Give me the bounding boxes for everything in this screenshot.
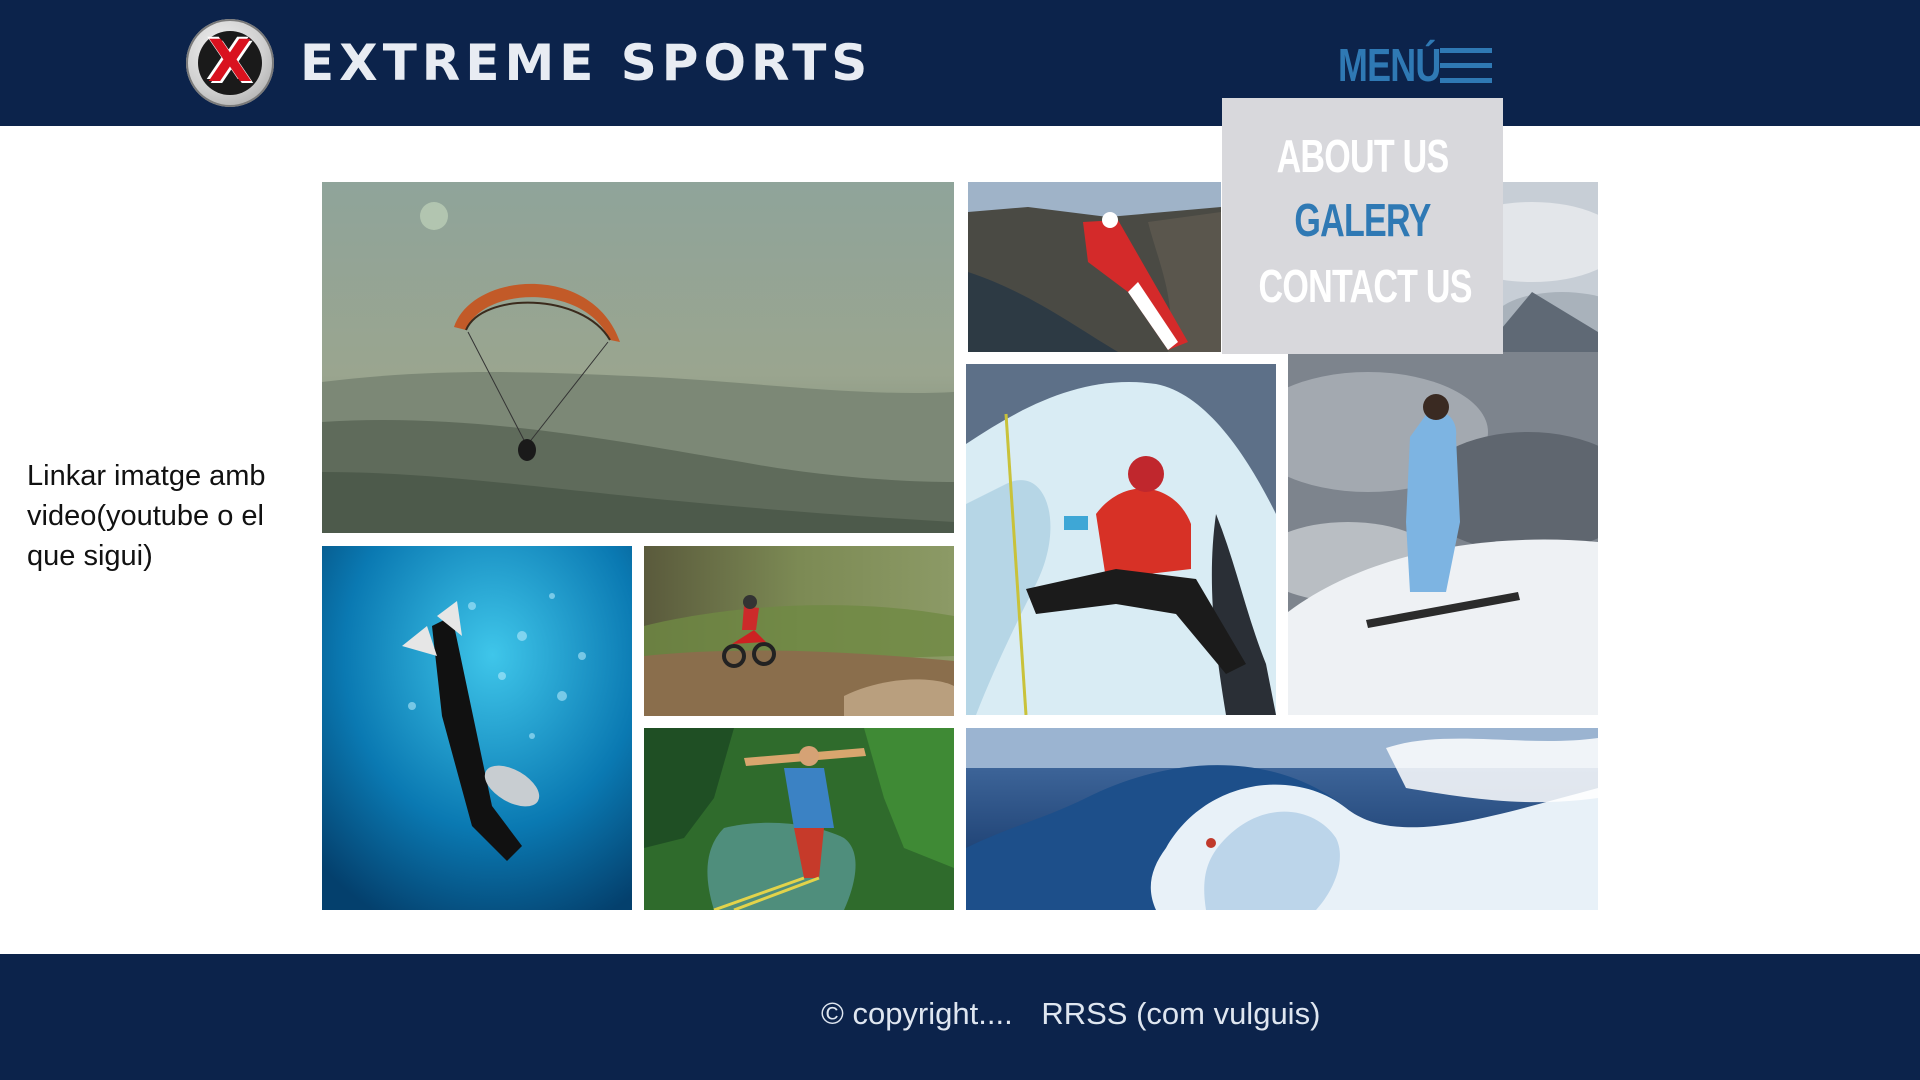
- menu-item-contact-us[interactable]: CONTACT US: [1259, 258, 1473, 314]
- gallery-photo-ice-climbing[interactable]: [966, 364, 1276, 715]
- logo-icon[interactable]: X: [186, 19, 274, 107]
- footer-bar: © copyright.... RRSS (com vulguis): [0, 954, 1920, 1080]
- social-link[interactable]: RRSS (com vulguis): [1041, 996, 1320, 1031]
- logo-letter: X: [207, 27, 253, 95]
- side-note: Linkar imatge amb video(youtube o el que…: [27, 460, 266, 572]
- gallery-photo-wingsuit[interactable]: [968, 182, 1221, 352]
- menu-item-about-us[interactable]: ABOUT US: [1259, 128, 1467, 184]
- gallery-photo-paragliding[interactable]: [322, 182, 954, 533]
- gallery-photo-snowboarder[interactable]: [1288, 352, 1598, 715]
- gallery-photo-bungee-jumping[interactable]: [644, 728, 954, 910]
- header-bar: X EXTREME SPORTS MENÚ: [0, 0, 1920, 126]
- menu-button[interactable]: MENÚ: [1338, 36, 1441, 94]
- menu-dropdown: ABOUT US GALERY CONTACT US: [1222, 98, 1503, 354]
- copyright-text: © copyright....: [821, 996, 1013, 1031]
- gallery-photo-motocross[interactable]: [644, 546, 954, 716]
- gallery-photo-scuba-diving[interactable]: [322, 546, 632, 910]
- hamburger-icon[interactable]: [1440, 48, 1492, 84]
- gallery-photo-surfing-wave[interactable]: [966, 728, 1598, 910]
- brand-title[interactable]: EXTREME SPORTS: [300, 30, 872, 96]
- menu-item-galery[interactable]: GALERY: [1259, 192, 1467, 248]
- footer-text: © copyright.... RRSS (com vulguis): [821, 994, 1320, 1034]
